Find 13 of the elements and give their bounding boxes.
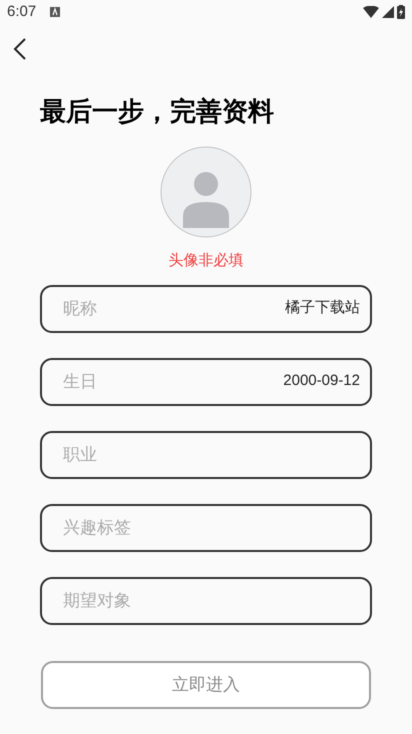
form-field[interactable]: 职业 — [40, 430, 372, 478]
status-time: 6:07 — [7, 2, 36, 22]
signal-icon — [382, 6, 394, 18]
avatar-hint: 头像非必填 — [168, 251, 244, 271]
page-title: 最后一步，完善资料 — [40, 95, 275, 128]
battery-icon — [397, 5, 405, 19]
form-field[interactable]: 昵称 橘子下载站 — [40, 284, 372, 332]
notification-icon — [50, 7, 60, 17]
form-field[interactable]: 期望对象 — [40, 576, 372, 624]
form-field[interactable]: 兴趣标签 — [40, 504, 372, 552]
back-icon[interactable] — [12, 38, 28, 60]
wifi-icon — [363, 6, 379, 18]
form-field[interactable]: 生日 2000-09-12 — [40, 358, 372, 406]
